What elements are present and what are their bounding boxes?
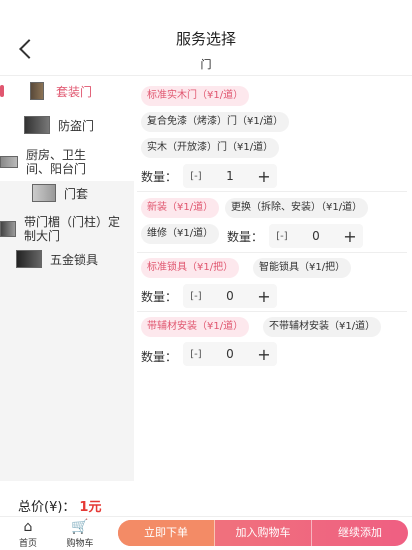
active-indicator (0, 85, 4, 97)
total-amount: 1元 (79, 500, 102, 515)
increment-button[interactable]: + (251, 344, 277, 364)
divider (137, 311, 407, 312)
door-frame-thumbnail-icon (32, 184, 56, 202)
option-new-install[interactable]: 新装（¥1/道） (141, 198, 220, 218)
category-sidebar: 套装门 防盗门 厨房、卫生间、阳台门 门套 带门楣（门柱）定制大门 五金锁具 (0, 76, 134, 486)
cart-icon: 🛒 (71, 519, 89, 535)
kitchen-door-thumbnail-icon (0, 156, 18, 168)
buy-now-button[interactable]: 立即下单 (118, 520, 215, 546)
increment-button[interactable]: + (251, 166, 277, 186)
bottom-action-bar: ⌂ 首页 🛒 购物车 立即下单 加入购物车 继续添加 (0, 516, 412, 550)
total-label: 总价(¥)： (18, 500, 76, 515)
sidebar-item-hardware-lock[interactable]: 五金锁具 (0, 248, 134, 270)
quantity-value: 0 (312, 229, 320, 243)
tab-home-label: 首页 (18, 539, 37, 549)
continue-add-button[interactable]: 继续添加 (312, 520, 408, 546)
lock-thumbnail-icon (16, 250, 42, 268)
divider (137, 252, 407, 253)
decrement-button[interactable]: [-] (183, 286, 209, 306)
sidebar-item-kitchen-bath-door[interactable]: 厨房、卫生间、阳台门 (0, 144, 134, 180)
sidebar-item-label: 门套 (64, 186, 89, 201)
security-door-thumbnail-icon (24, 116, 50, 134)
add-to-cart-button[interactable]: 加入购物车 (215, 520, 312, 546)
quantity-stepper: [-] 1 + (183, 164, 277, 188)
sidebar-item-label: 防盗门 (58, 118, 95, 133)
door-thumbnail-icon (30, 82, 44, 100)
top-header: 服务选择 (0, 0, 412, 59)
option-replace[interactable]: 更换（拆除、安装）（¥1/道） (225, 198, 369, 218)
service-options-panel: 标准实木门（¥1/道） 复合免漆（烤漆）门（¥1/道） 实木（开放漆）门（¥1/… (137, 80, 407, 370)
sidebar-item-label: 套装门 (56, 84, 93, 99)
quantity-stepper: [-] 0 + (183, 284, 277, 308)
sidebar-item-label: 带门楣（门柱）定制大门 (24, 215, 121, 243)
option-without-materials-install[interactable]: 不带辅材安装（¥1/道） (263, 317, 382, 337)
sidebar-item-suite-door[interactable]: 套装门 (0, 80, 134, 102)
sidebar-item-custom-gate[interactable]: 带门楣（门柱）定制大门 (0, 212, 134, 246)
decrement-button[interactable]: [-] (183, 166, 209, 186)
tab-cart-label: 购物车 (66, 539, 94, 549)
decrement-button[interactable]: [-] (269, 226, 295, 246)
action-buttons: 立即下单 加入购物车 继续添加 (118, 520, 408, 546)
option-solid-wood-open-paint-door[interactable]: 实木（开放漆）门（¥1/道） (141, 138, 280, 158)
increment-button[interactable]: + (337, 226, 363, 246)
home-icon: ⌂ (23, 519, 33, 535)
quantity-stepper: [-] 0 + (183, 342, 277, 366)
gate-thumbnail-icon (0, 221, 16, 237)
tab-home[interactable]: ⌂ 首页 (8, 519, 48, 549)
page-title: 服务选择 (175, 30, 236, 48)
quantity-value: 1 (226, 169, 234, 183)
decrement-button[interactable]: [-] (183, 344, 209, 364)
sidebar-item-label: 五金锁具 (50, 252, 99, 267)
option-standard-wood-door[interactable]: 标准实木门（¥1/道） (141, 86, 250, 106)
sidebar-item-label: 厨房、卫生间、阳台门 (26, 148, 87, 176)
option-standard-lock[interactable]: 标准锁具（¥1/把） (141, 258, 240, 278)
sidebar-item-door-frame[interactable]: 门套 (0, 182, 134, 204)
total-price: 总价(¥)： 1元 (18, 496, 101, 515)
quantity-label: 数量： (141, 290, 178, 304)
option-smart-lock[interactable]: 智能锁具（¥1/把） (253, 258, 352, 278)
option-repair[interactable]: 维修（¥1/道） (141, 224, 220, 244)
quantity-label: 数量： (141, 350, 178, 364)
option-with-materials-install[interactable]: 带辅材安装（¥1/道） (141, 317, 250, 337)
tab-cart[interactable]: 🛒 购物车 (60, 519, 100, 549)
section-title: 门 (0, 56, 412, 76)
quantity-value: 0 (226, 347, 234, 361)
option-composite-door[interactable]: 复合免漆（烤漆）门（¥1/道） (141, 112, 290, 132)
quantity-value: 0 (226, 289, 234, 303)
sidebar-item-security-door[interactable]: 防盗门 (0, 114, 134, 136)
quantity-label: 数量： (141, 170, 178, 184)
divider (137, 191, 407, 192)
quantity-label: 数量： (227, 230, 264, 244)
quantity-stepper: [-] 0 + (269, 224, 363, 248)
increment-button[interactable]: + (251, 286, 277, 306)
